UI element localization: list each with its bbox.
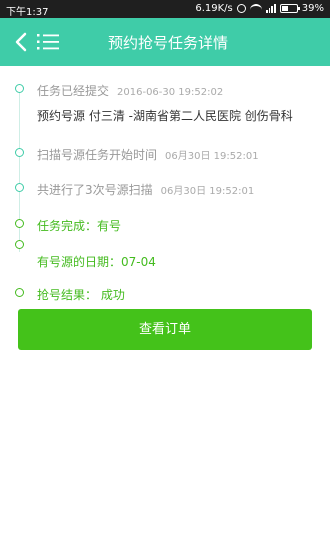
timeline-dot-date bbox=[15, 240, 24, 249]
page-title: 预约抢号任务详情 bbox=[107, 34, 228, 52]
timeline-dot-scan-count bbox=[15, 183, 24, 192]
signal-icon bbox=[265, 4, 276, 13]
view-order-button[interactable]: 查看订单 bbox=[18, 309, 312, 350]
timeline-item-scan-count: 共进行了3次号源扫描 06月30日 19:52:01 bbox=[37, 181, 254, 198]
battery-level: 39% bbox=[301, 3, 324, 14]
status-bar: 下午1:37 6.19K/s 39% bbox=[0, 0, 330, 18]
scan-count-time: 06月30日 19:52:01 bbox=[160, 186, 255, 197]
scan-start-label: 扫描号源任务开始时间 bbox=[37, 148, 158, 162]
timeline-dot-completed bbox=[15, 219, 24, 228]
timeline-item-submitted: 任务已经提交 2016-06-30 19:52:02 bbox=[37, 82, 223, 99]
submitted-label: 任务已经提交 bbox=[37, 84, 110, 98]
battery-icon bbox=[279, 4, 300, 13]
scan-count-label: 共进行了3次号源扫描 bbox=[37, 183, 153, 197]
scan-start-time: 06月30日 19:52:01 bbox=[165, 151, 259, 162]
task-completed-text: 任务完成：有号 bbox=[37, 219, 122, 233]
grab-result-text: 抢号结果： 成功 bbox=[37, 288, 125, 302]
submitted-time: 2016-06-30 19:52:02 bbox=[117, 87, 224, 98]
available-date-text: 有号源的日期：07-04 bbox=[37, 255, 156, 269]
timeline-item-scan-start: 扫描号源任务开始时间 06月30日 19:52:01 bbox=[37, 146, 259, 163]
timeline-dot-result bbox=[15, 288, 24, 297]
app-header: 预约抢号任务详情 bbox=[0, 18, 330, 66]
net-speed: 6.19K/s bbox=[195, 3, 233, 14]
timeline-dot-scan-start bbox=[15, 148, 24, 157]
status-right: 6.19K/s 39% bbox=[195, 3, 324, 14]
appointment-detail: 预约号源 付三清 -湖南省第二人民医院 创伤骨科 bbox=[37, 109, 293, 123]
alarm-icon bbox=[236, 4, 246, 13]
wifi-icon bbox=[249, 4, 262, 13]
timeline-dot-submitted bbox=[15, 84, 24, 93]
status-time: 下午1:37 bbox=[6, 7, 49, 18]
